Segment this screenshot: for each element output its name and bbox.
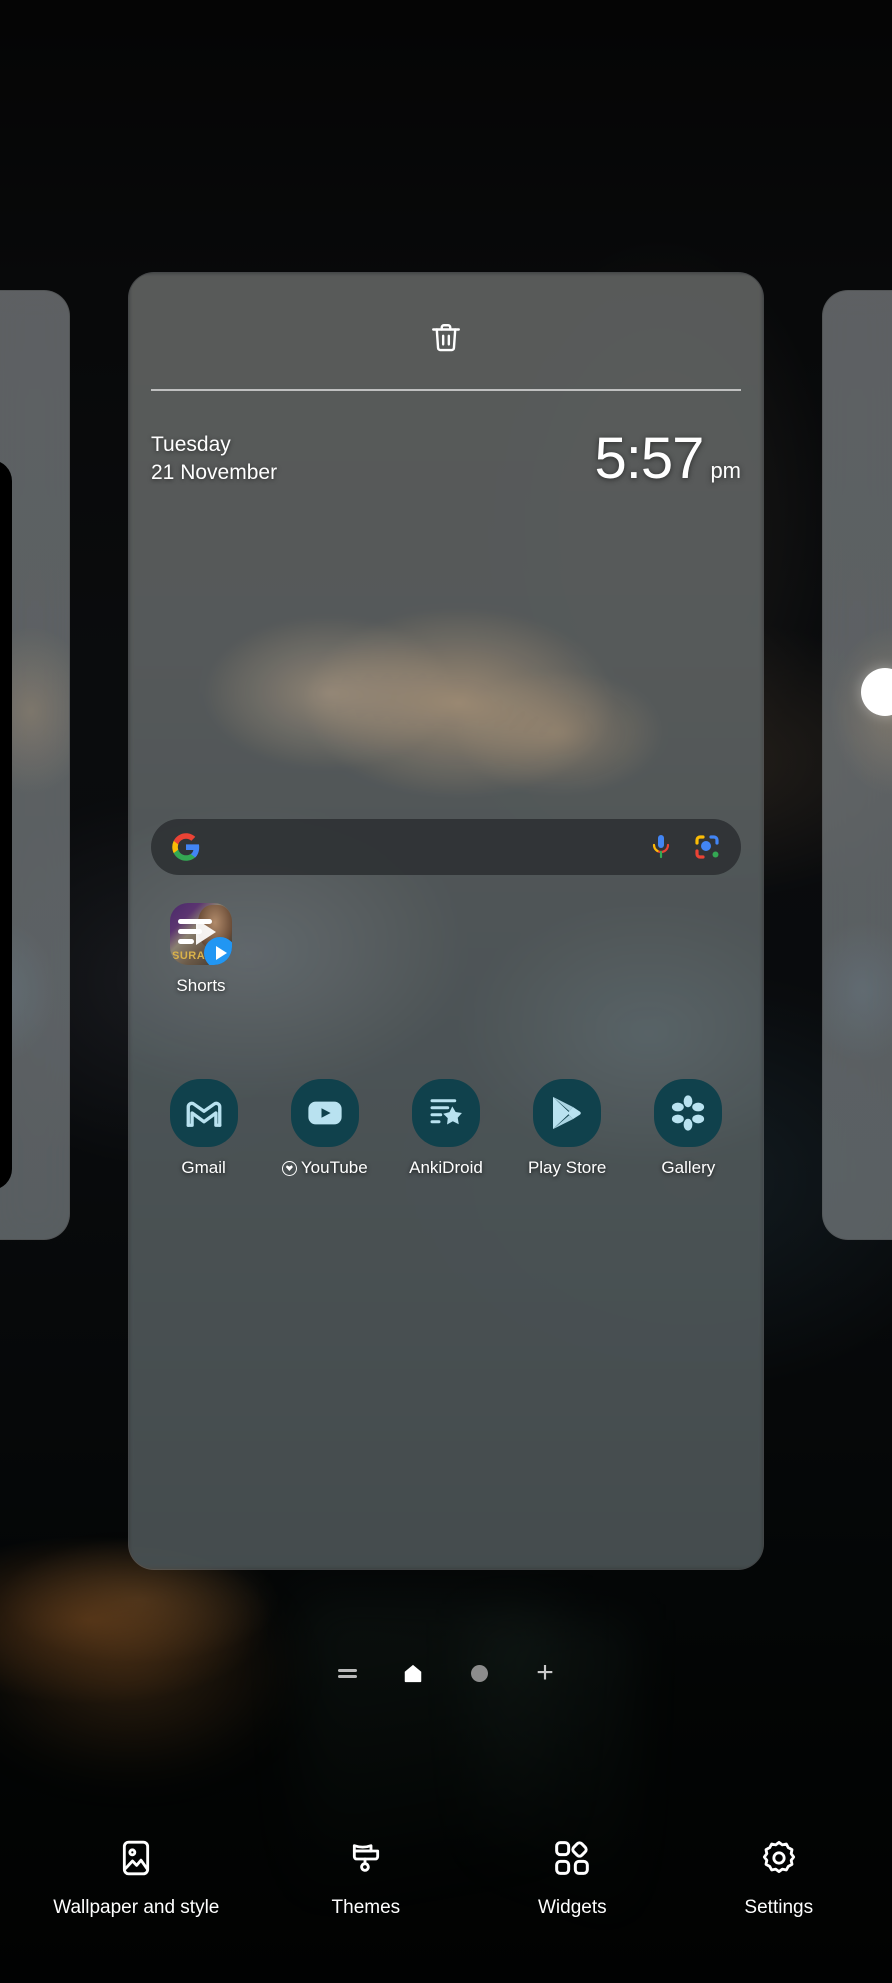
- home-page-card[interactable]: Tuesday 21 November 5:57 pm SURA Shorts …: [128, 272, 764, 1570]
- gmail-icon: [169, 1079, 238, 1147]
- dock-label: Gallery: [661, 1158, 715, 1178]
- google-lens-icon[interactable]: [693, 833, 721, 861]
- dock-label-text: YouTube: [300, 1158, 368, 1177]
- dock-label-text: Gmail: [181, 1158, 226, 1177]
- clock-widget[interactable]: Tuesday 21 November 5:57 pm: [151, 426, 741, 491]
- dock-item-gallery[interactable]: Gallery: [638, 1079, 738, 1178]
- toolbar-item-label: Widgets: [537, 1897, 607, 1918]
- dock-item-gmail[interactable]: Gmail: [154, 1079, 254, 1178]
- toolbar-item-wallpaper-and-style[interactable]: Wallpaper and style: [53, 1835, 219, 1919]
- clock-time: 5:57: [594, 426, 705, 491]
- toolbar-item-widgets[interactable]: Widgets: [512, 1835, 632, 1919]
- trash-icon[interactable]: [419, 311, 473, 365]
- microphone-icon[interactable]: [649, 834, 673, 860]
- ankidroid-icon: [411, 1079, 480, 1147]
- page-indicator: +: [0, 1658, 892, 1688]
- dock-item-ankidroid[interactable]: AnkiDroid: [396, 1079, 496, 1178]
- toolbar-item-label: Settings: [744, 1897, 814, 1918]
- shortcut-shorts[interactable]: SURA Shorts: [151, 903, 251, 996]
- google-g-logo: [172, 833, 200, 861]
- editor-toolbar: Wallpaper and style Themes Widgets Setti…: [0, 1835, 892, 1919]
- clock-date-block: Tuesday 21 November: [151, 431, 277, 487]
- dot-icon[interactable]: [464, 1658, 494, 1688]
- gallery-icon: [654, 1079, 723, 1147]
- clock-ampm: pm: [710, 458, 741, 483]
- play-badge: [204, 937, 232, 965]
- toolbar-item-themes[interactable]: Themes: [306, 1835, 426, 1919]
- hamburger-icon[interactable]: [332, 1658, 362, 1688]
- dock-label-text: Play Store: [527, 1158, 607, 1177]
- shortcut-label: Shorts: [176, 976, 226, 995]
- widgets-icon: [549, 1835, 595, 1881]
- image-icon: [113, 1835, 159, 1881]
- clock-day: Tuesday: [151, 433, 231, 456]
- home-icon[interactable]: [398, 1658, 428, 1688]
- dock-label: Play Store: [528, 1158, 606, 1178]
- plus-icon[interactable]: +: [530, 1658, 560, 1688]
- dock-label: Gmail: [181, 1158, 225, 1178]
- dock: Gmail YouTube AnkiDroid Play Store Galle…: [129, 1079, 763, 1178]
- home-screen-editor: Tuesday 21 November 5:57 pm SURA Shorts …: [0, 0, 892, 1983]
- page-preview-next-thumbnail: [823, 291, 892, 1239]
- dock-item-youtube[interactable]: YouTube: [275, 1079, 375, 1178]
- shorts-thumbnail: SURA: [170, 903, 232, 965]
- screen-edge-sliver: [0, 460, 12, 1190]
- dock-item-play-store[interactable]: Play Store: [517, 1079, 617, 1178]
- shorts-thumbnail-text: SURA: [172, 950, 206, 962]
- youtube-icon: [290, 1079, 359, 1147]
- heart-badge-icon: [281, 1160, 297, 1176]
- clock-time-block: 5:57 pm: [594, 426, 741, 491]
- clock-date: 21 November: [151, 461, 278, 484]
- dock-label: YouTube: [281, 1158, 368, 1178]
- card-divider: [151, 389, 741, 391]
- toolbar-item-label: Wallpaper and style: [53, 1897, 220, 1918]
- google-search-bar[interactable]: [151, 819, 741, 875]
- gear-icon: [756, 1835, 802, 1881]
- dock-label: AnkiDroid: [409, 1158, 483, 1178]
- toolbar-item-settings[interactable]: Settings: [719, 1835, 839, 1919]
- dock-label-text: Gallery: [661, 1158, 716, 1177]
- play-store-icon: [533, 1079, 602, 1147]
- toolbar-item-label: Themes: [331, 1897, 401, 1918]
- dock-label-text: AnkiDroid: [409, 1158, 483, 1177]
- page-preview-next[interactable]: [822, 290, 892, 1240]
- paintbrush-icon: [343, 1835, 389, 1881]
